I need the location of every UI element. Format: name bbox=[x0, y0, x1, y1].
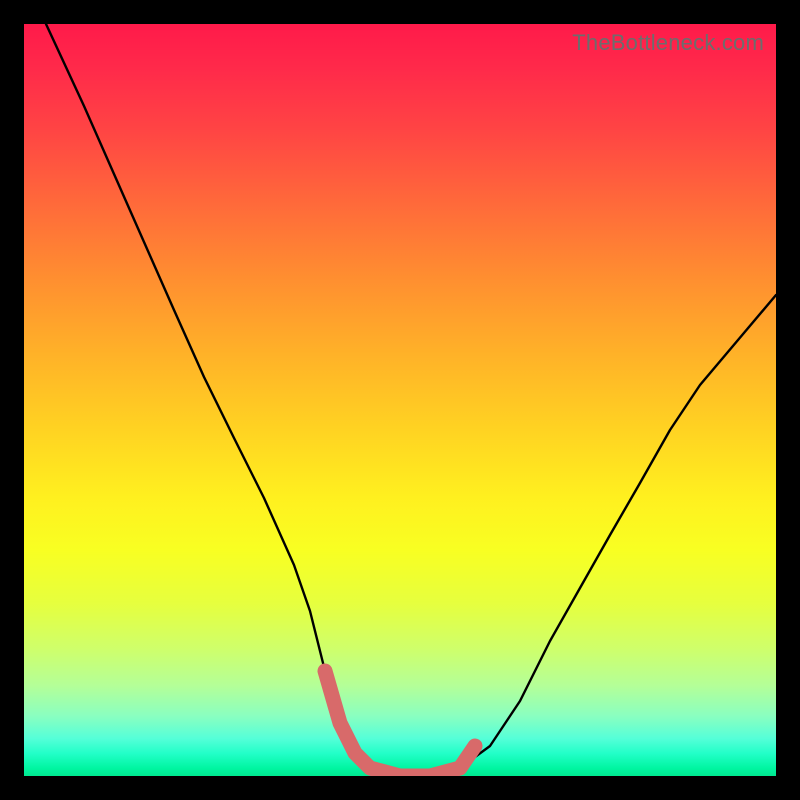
chart-frame: TheBottleneck.com bbox=[0, 0, 800, 800]
curve-overlay bbox=[24, 24, 776, 776]
bottleneck-curve bbox=[46, 24, 776, 776]
watermark-text: TheBottleneck.com bbox=[572, 30, 764, 56]
highlight-band bbox=[325, 671, 475, 776]
plot-area: TheBottleneck.com bbox=[24, 24, 776, 776]
